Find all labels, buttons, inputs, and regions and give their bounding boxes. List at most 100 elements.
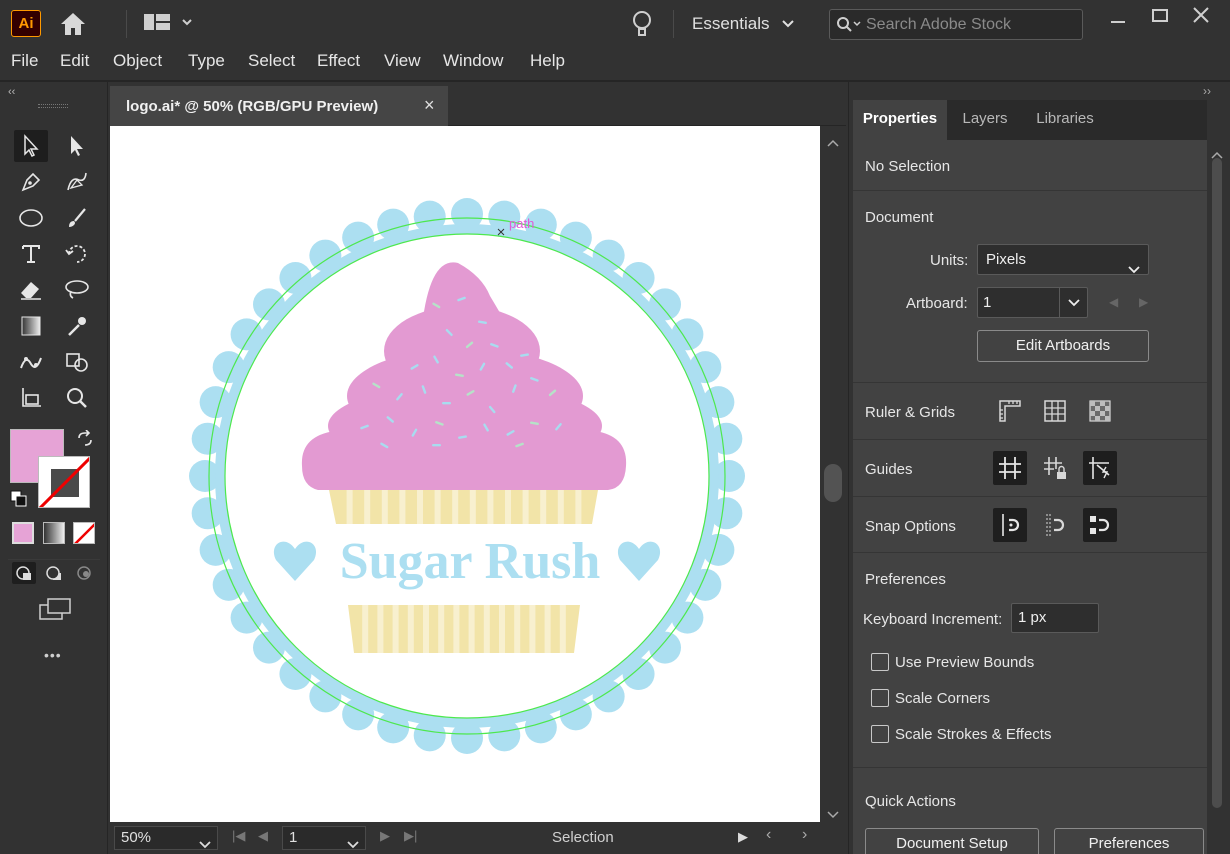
curvature-tool-icon[interactable] [60, 166, 94, 198]
checkbox-box[interactable] [871, 725, 889, 743]
document-setup-button[interactable]: Document Setup [865, 828, 1039, 854]
snap-to-point-icon[interactable] [993, 508, 1027, 542]
close-tab-icon[interactable]: × [424, 95, 435, 116]
menu-object[interactable]: Object [113, 51, 162, 71]
artboard-tool-icon[interactable] [14, 382, 48, 414]
canvas[interactable]: Sugar Rush path [110, 126, 820, 822]
edit-toolbar-icon[interactable]: ••• [44, 647, 62, 663]
panel-grip[interactable] [38, 104, 68, 108]
adobe-stock-search[interactable] [829, 9, 1083, 40]
lasso-tool-icon[interactable] [60, 274, 94, 306]
scroll-up-icon[interactable] [827, 134, 839, 152]
menu-window[interactable]: Window [443, 51, 503, 71]
menu-effect[interactable]: Effect [317, 51, 360, 71]
rulers-icon[interactable] [993, 394, 1027, 428]
document-tab[interactable]: logo.ai* @ 50% (RGB/GPU Preview) × [110, 86, 448, 126]
checkbox-box[interactable] [871, 653, 889, 671]
ellipse-tool-icon[interactable] [14, 202, 48, 234]
menu-help[interactable]: Help [530, 51, 565, 71]
menu-type[interactable]: Type [188, 51, 225, 71]
snap-options-header: Snap Options [865, 518, 956, 535]
show-guides-icon[interactable] [993, 451, 1027, 485]
stroke-swatch[interactable] [38, 456, 90, 508]
arrange-documents-icon[interactable] [143, 12, 195, 34]
vertical-scrollbar[interactable] [820, 126, 846, 822]
type-tool-icon[interactable] [14, 238, 48, 270]
tab-libraries[interactable]: Libraries [1023, 100, 1107, 140]
zoom-level-field[interactable]: 50% [114, 826, 218, 850]
last-artboard-icon[interactable]: ▶| [404, 828, 417, 844]
document-tab-title: logo.ai* @ 50% (RGB/GPU Preview) [126, 98, 379, 115]
status-menu-arrow-icon[interactable]: ▶ [738, 829, 748, 845]
edit-artboards-button[interactable]: Edit Artboards [977, 330, 1149, 362]
divider [853, 382, 1207, 383]
maximize-icon[interactable] [1148, 6, 1172, 26]
scroll-thumb[interactable] [1212, 158, 1222, 808]
selection-tool-icon[interactable] [14, 130, 48, 162]
snap-to-glyph-icon[interactable] [1083, 508, 1117, 542]
scroll-thumb[interactable] [824, 464, 842, 502]
eyedropper-tool-icon[interactable] [60, 310, 94, 342]
paintbrush-tool-icon[interactable] [60, 202, 94, 234]
scale-strokes-effects-checkbox[interactable]: Scale Strokes & Effects [871, 725, 1051, 743]
logo-title: Sugar Rush [340, 533, 601, 590]
search-input[interactable] [866, 14, 1076, 36]
zoom-tool-icon[interactable] [60, 382, 94, 414]
color-mode-icon[interactable] [12, 522, 34, 544]
shape-builder-tool-icon[interactable] [60, 346, 94, 378]
eraser-tool-icon[interactable] [14, 274, 48, 306]
snap-to-pixel-icon[interactable] [1038, 508, 1072, 542]
first-artboard-icon[interactable]: |◀ [232, 828, 245, 844]
collapse-panel-icon[interactable]: ‹‹ [8, 86, 15, 98]
draw-inside-icon[interactable] [72, 562, 96, 584]
units-dropdown[interactable]: Pixels [977, 244, 1149, 275]
scroll-left-icon[interactable]: ‹ [766, 826, 771, 844]
swap-fill-stroke-icon[interactable] [76, 429, 94, 453]
minimize-icon[interactable] [1106, 8, 1130, 28]
menu-view[interactable]: View [384, 51, 421, 71]
menu-select[interactable]: Select [248, 51, 295, 71]
next-artboard-icon[interactable]: ▶ [1139, 295, 1148, 309]
close-window-icon[interactable] [1189, 5, 1213, 25]
transparency-grid-icon[interactable] [1083, 394, 1117, 428]
default-fill-stroke-icon[interactable] [10, 490, 30, 513]
panel-scrollbar[interactable] [1207, 140, 1227, 854]
menu-file[interactable]: File [11, 51, 38, 71]
scroll-right-icon[interactable]: › [802, 826, 807, 844]
draw-behind-icon[interactable] [42, 562, 66, 584]
workspace-switcher[interactable]: Essentials [692, 14, 794, 34]
grid-icon[interactable] [1038, 394, 1072, 428]
preferences-button[interactable]: Preferences [1054, 828, 1204, 854]
artboard-dropdown[interactable]: 1 [977, 287, 1088, 318]
scale-corners-checkbox[interactable]: Scale Corners [871, 689, 990, 707]
artboard[interactable]: Sugar Rush path [110, 126, 820, 822]
gradient-tool-icon[interactable] [14, 310, 48, 342]
lightbulb-icon[interactable] [630, 9, 654, 39]
none-mode-icon[interactable] [73, 522, 95, 544]
keyboard-increment-field[interactable]: 1 px [1011, 603, 1099, 633]
gradient-mode-icon[interactable] [43, 522, 65, 544]
previous-artboard-icon[interactable]: ◀ [258, 828, 268, 844]
guides-header: Guides [865, 461, 913, 478]
wrapper-stripe [505, 490, 511, 524]
screen-mode-icon[interactable] [38, 597, 72, 626]
lock-guides-icon[interactable] [1038, 451, 1072, 485]
puppet-warp-tool-icon[interactable] [14, 346, 48, 378]
next-artboard-icon[interactable]: ▶ [380, 828, 390, 844]
artboard-navigation-field[interactable]: 1 [282, 826, 366, 850]
home-icon[interactable] [58, 10, 88, 38]
checkbox-box[interactable] [871, 689, 889, 707]
rotate-tool-icon[interactable] [60, 238, 94, 270]
pen-tool-icon[interactable] [14, 166, 48, 198]
tab-layers[interactable]: Layers [949, 100, 1021, 140]
draw-normal-icon[interactable] [12, 562, 36, 584]
collapse-dock-icon[interactable]: ›› [1203, 84, 1211, 98]
menu-edit[interactable]: Edit [60, 51, 89, 71]
use-preview-bounds-checkbox[interactable]: Use Preview Bounds [871, 653, 1034, 671]
smart-guides-icon[interactable] [1083, 451, 1117, 485]
tab-properties[interactable]: Properties [853, 100, 947, 140]
wrapper-stripe [362, 605, 369, 653]
previous-artboard-icon[interactable]: ◀ [1109, 295, 1118, 309]
cupcake-logo-artwork[interactable]: Sugar Rush path [110, 126, 820, 822]
direct-selection-tool-icon[interactable] [60, 130, 94, 162]
